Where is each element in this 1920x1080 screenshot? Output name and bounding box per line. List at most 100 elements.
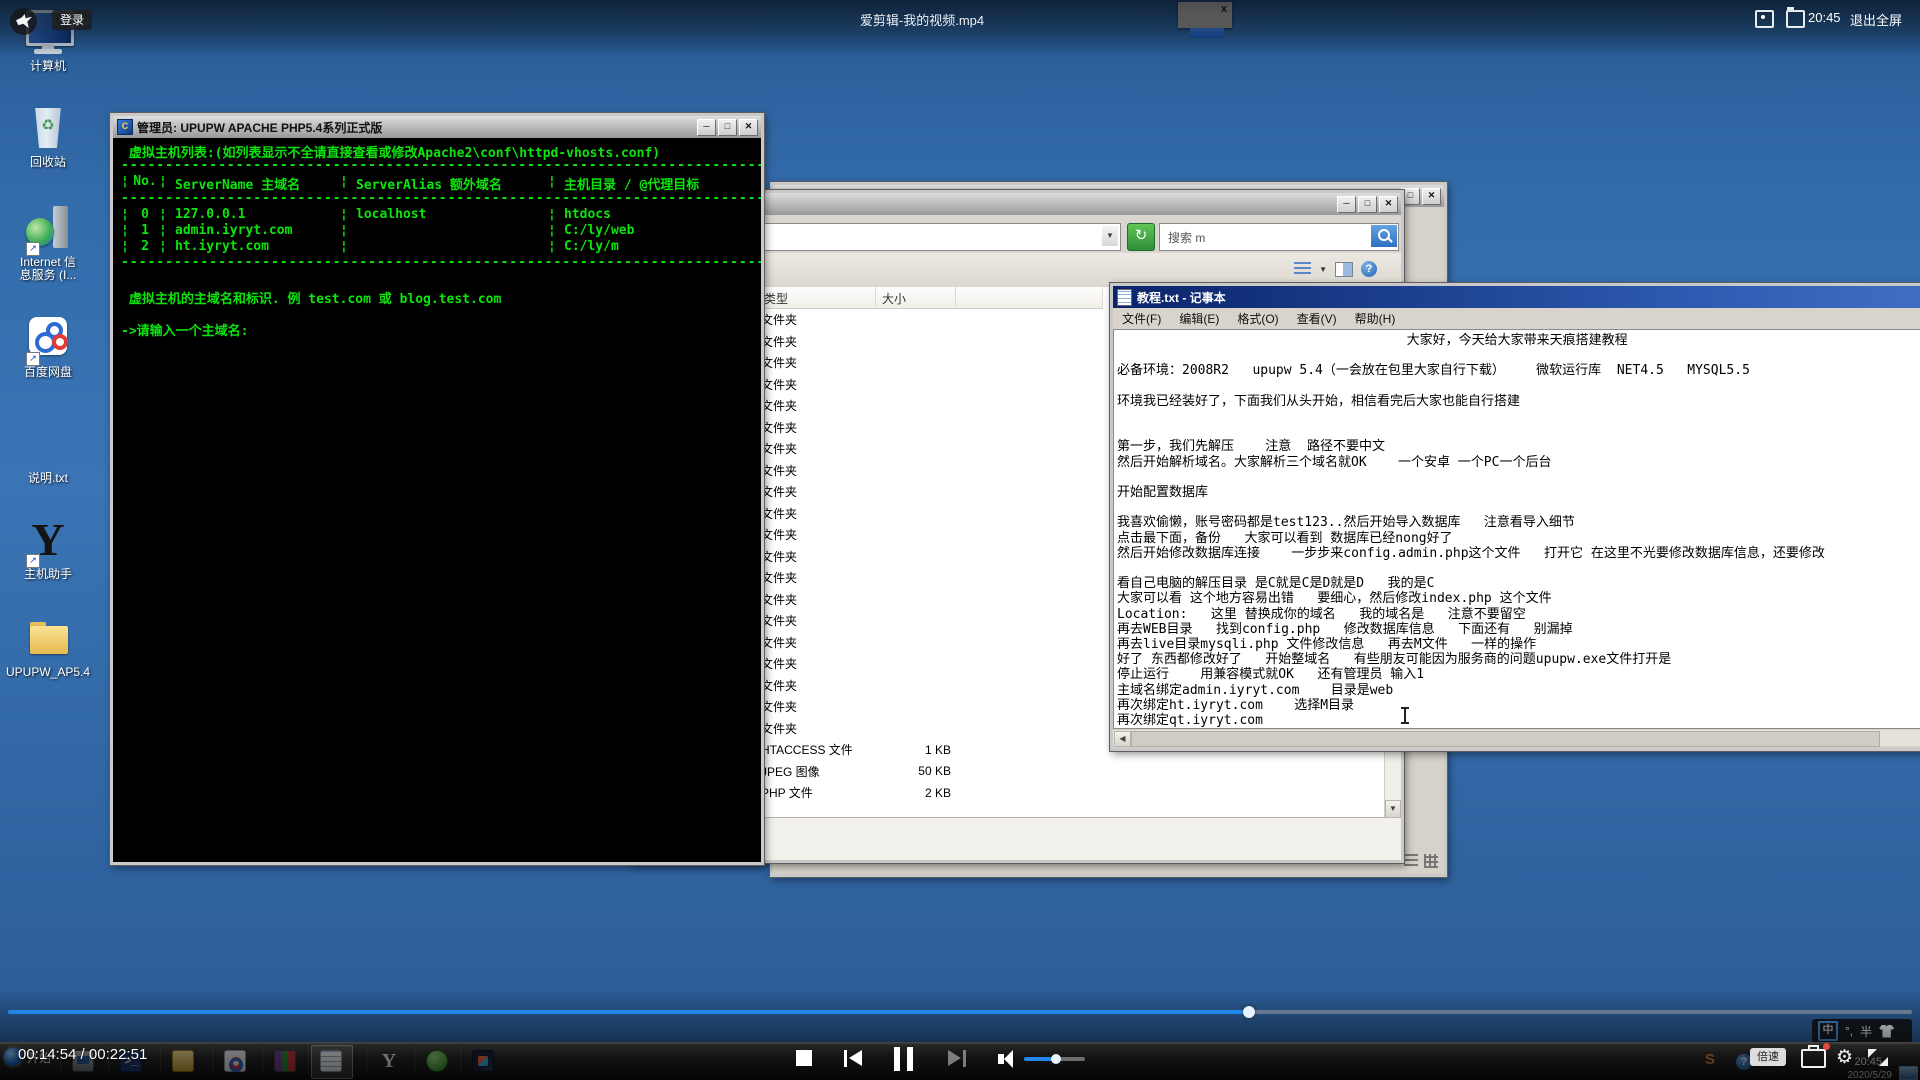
preview-pane-icon[interactable] — [1335, 262, 1353, 277]
file-type: PHP 文件 — [761, 784, 873, 801]
player-logo-icon[interactable] — [10, 8, 37, 35]
search-text: 搜索 m — [1168, 229, 1205, 246]
plugin-briefcase-icon[interactable] — [1801, 1049, 1826, 1068]
settings-gear-icon[interactable]: ⚙ — [1836, 1046, 1853, 1069]
seek-bar-fill — [8, 1010, 1249, 1014]
scroll-left-icon[interactable]: ◀ — [1114, 731, 1131, 747]
vhost-table-row: ¦1¦admin.iyryt.com¦¦C:/ly/web¦ — [121, 223, 761, 239]
list-view-icon[interactable] — [1404, 854, 1418, 868]
vhost-table-row: ¦0¦127.0.0.1¦localhost¦htdocs¦ — [121, 207, 761, 223]
cmd-title: 管理员: UPUPW APACHE PHP5.4系列正式版 — [137, 119, 382, 136]
cmd-window: C 管理员: UPUPW APACHE PHP5.4系列正式版 ─ □ ✕ 虚拟… — [110, 113, 764, 865]
desktop-icon-label: 计算机 — [0, 60, 96, 73]
notepad-menubar: 文件(F)编辑(E)格式(O)查看(V)帮助(H) — [1113, 308, 1920, 330]
view-list-icon[interactable] — [1294, 262, 1311, 276]
maximize-button[interactable]: □ — [718, 119, 737, 136]
desktop-icon-baidu-netdisk[interactable]: ↗百度网盘 — [0, 314, 96, 379]
minimize-button[interactable]: ─ — [697, 119, 716, 136]
previous-button[interactable] — [844, 1050, 862, 1068]
file-type: 文件夹 — [761, 526, 873, 543]
playlist-folder-icon[interactable] — [1786, 10, 1805, 28]
exit-fullscreen-icon[interactable] — [1868, 1049, 1888, 1066]
desktop-icon-host-assistant[interactable]: Y↗主机助手 — [0, 516, 96, 581]
file-type: 文件夹 — [761, 333, 873, 350]
search-icon[interactable] — [1371, 225, 1397, 247]
file-type: 文件夹 — [761, 698, 873, 715]
menu-item[interactable]: 查看(V) — [1288, 308, 1346, 329]
menu-item[interactable]: 编辑(E) — [1170, 308, 1228, 329]
file-type: 文件夹 — [761, 634, 873, 651]
close-icon[interactable]: ✕ — [739, 119, 758, 136]
minimize-button[interactable]: ─ — [1337, 196, 1356, 213]
help-icon[interactable]: ? — [1361, 261, 1377, 277]
volume-knob[interactable] — [1051, 1054, 1061, 1064]
file-type: JPEG 图像 — [761, 763, 873, 780]
ibeam-cursor — [1404, 708, 1406, 723]
video-player-fullscreen: 计算机♻回收站↗Internet 信 息服务 (I...↗百度网盘说明.txtY… — [0, 0, 1920, 1080]
menu-item[interactable]: 帮助(H) — [1346, 308, 1405, 329]
horizontal-scrollbar[interactable]: ◀ — [1113, 730, 1920, 746]
next-button[interactable] — [948, 1050, 966, 1068]
grid-view-icon[interactable] — [1424, 854, 1438, 868]
vhost-list-intro: 虚拟主机列表:(如列表显示不全请直接查看或修改Apache2\conf\http… — [121, 142, 761, 158]
readme-txt-icon — [22, 420, 74, 470]
shortcut-arrow-icon: ↗ — [26, 352, 40, 366]
cmd-output: 虚拟主机列表:(如列表显示不全请直接查看或修改Apache2\conf\http… — [113, 138, 761, 862]
file-size: 1 KB — [873, 743, 951, 757]
desktop-icon-label: Internet 信 息服务 (I... — [0, 256, 96, 282]
stop-button[interactable] — [796, 1050, 812, 1066]
file-type: 文件夹 — [761, 720, 873, 737]
desktop-icon-recycle-bin[interactable]: ♻回收站 — [0, 104, 96, 169]
scroll-down-icon[interactable]: ▼ — [1385, 800, 1401, 818]
host-assistant-icon: Y↗ — [22, 516, 74, 566]
pin-icon[interactable] — [1755, 10, 1774, 28]
chevron-down-icon[interactable]: ▼ — [1319, 265, 1327, 274]
notepad-text[interactable]: 大家好，今天给大家带来天痕搭建教程 必备环境：2008R2 upupw 5.4（… — [1114, 330, 1920, 728]
pause-button[interactable] — [894, 1047, 920, 1076]
seek-knob[interactable] — [1243, 1006, 1255, 1018]
file-type: 文件夹 — [761, 591, 873, 608]
desktop-icon-readme-txt[interactable]: 说明.txt — [0, 420, 96, 485]
file-size: 50 KB — [873, 764, 951, 778]
notification-dot — [1823, 1043, 1830, 1050]
login-button[interactable]: 登录 — [52, 10, 92, 30]
cmd-titlebar[interactable]: C 管理员: UPUPW APACHE PHP5.4系列正式版 ─ □ ✕ — [113, 116, 761, 138]
system-clock: 20:45 — [1808, 10, 1841, 25]
file-type: 文件夹 — [761, 462, 873, 479]
volume-slider[interactable] — [1024, 1057, 1085, 1061]
video-title: 爱剪辑-我的视频.mp4 — [860, 10, 984, 29]
menu-item[interactable]: 文件(F) — [1113, 308, 1170, 329]
time-display: 00:14:54 / 00:22:51 — [18, 1046, 147, 1063]
notepad-titlebar[interactable]: 教程.txt - 记事本 — [1113, 286, 1920, 308]
chevron-down-icon[interactable]: ▼ — [1102, 226, 1118, 246]
vhost-table-header: ¦No.¦ServerName 主域名¦ServerAlias 额外域名¦主机目… — [121, 174, 761, 190]
search-input[interactable]: 搜索 m — [1159, 223, 1399, 251]
file-type: 文件夹 — [761, 311, 873, 328]
refresh-button[interactable]: ↻ — [1127, 223, 1155, 251]
speed-button[interactable]: 倍速 — [1750, 1048, 1786, 1066]
file-type: 文件夹 — [761, 397, 873, 414]
desktop-icon-iis[interactable]: ↗Internet 信 息服务 (I... — [0, 204, 96, 282]
file-type: 文件夹 — [761, 655, 873, 672]
close-icon[interactable]: ✕ — [1379, 196, 1398, 213]
column-header-extra[interactable] — [956, 287, 1103, 309]
column-header-size[interactable]: 大小 — [876, 287, 956, 309]
desktop-icon-label: 百度网盘 — [0, 366, 96, 379]
desktop-icon-label: UPUPW_AP5.4 — [0, 666, 96, 679]
column-header-type[interactable]: 类型 — [758, 287, 876, 309]
notepad-editor[interactable]: 大家好，今天给大家带来天痕搭建教程 必备环境：2008R2 upupw 5.4（… — [1113, 329, 1920, 729]
close-icon[interactable]: ✕ — [1422, 188, 1441, 205]
desktop-icon-label: 回收站 — [0, 156, 96, 169]
file-type: 文件夹 — [761, 376, 873, 393]
cmd-prompt[interactable]: ->请输入一个主域名: — [121, 320, 761, 336]
seek-bar[interactable] — [8, 1010, 1912, 1014]
exit-fullscreen-button[interactable]: 退出全屏 — [1850, 10, 1902, 29]
file-type: 文件夹 — [761, 505, 873, 522]
scrollbar-thumb[interactable] — [1131, 731, 1880, 747]
maximize-button[interactable]: □ — [1358, 196, 1377, 213]
shortcut-arrow-icon: ↗ — [26, 242, 40, 256]
menu-item[interactable]: 格式(O) — [1228, 308, 1287, 329]
desktop-icon-upupw-folder[interactable]: UPUPW_AP5.4 — [0, 614, 96, 679]
file-type: 文件夹 — [761, 483, 873, 500]
volume-icon[interactable] — [998, 1050, 1013, 1068]
